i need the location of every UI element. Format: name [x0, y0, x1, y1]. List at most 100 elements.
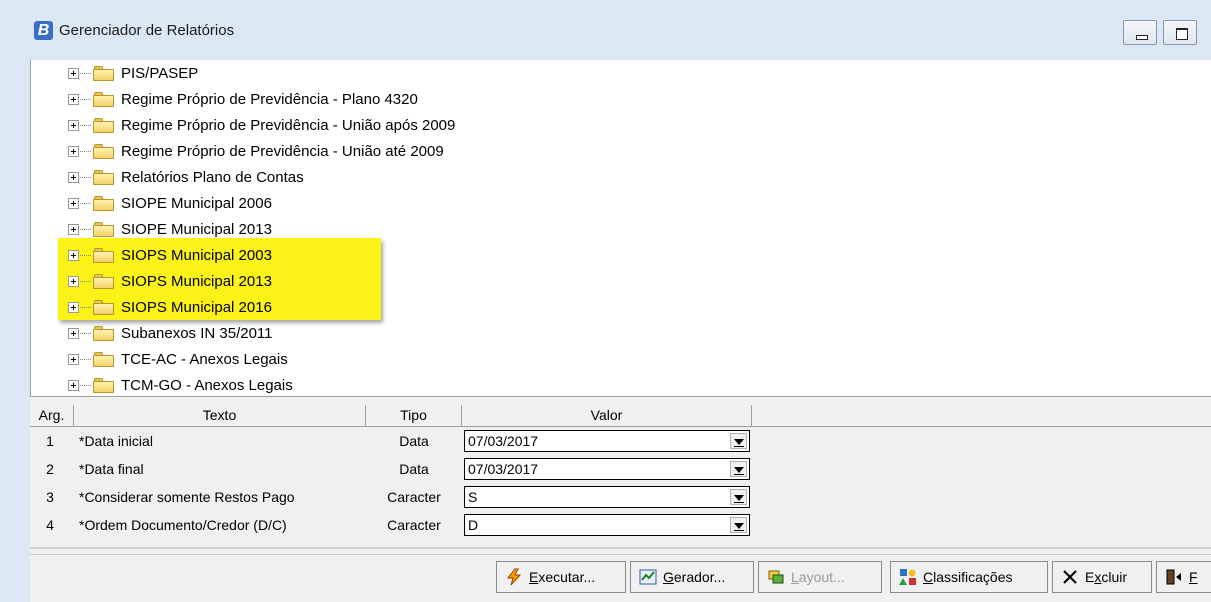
grid-divider: [30, 547, 1211, 549]
classificacoes-button[interactable]: Classificações: [890, 561, 1048, 593]
gerador-button[interactable]: Gerador...: [630, 561, 754, 593]
maximize-button[interactable]: [1163, 20, 1197, 45]
expand-icon[interactable]: [68, 327, 79, 339]
expand-icon[interactable]: [68, 379, 79, 391]
expand-icon[interactable]: [68, 223, 79, 235]
expand-icon[interactable]: [68, 301, 79, 313]
header-arg: Arg.: [30, 405, 74, 427]
expand-icon[interactable]: [68, 353, 79, 365]
tree-item[interactable]: TCE-AC - Anexos Legais: [68, 348, 288, 370]
valor-value: 07/03/2017: [468, 461, 539, 477]
arg-cell: 1: [46, 433, 54, 449]
folder-icon: [93, 143, 114, 159]
expand-icon[interactable]: [68, 67, 79, 79]
folder-icon: [93, 299, 114, 315]
expand-icon[interactable]: [68, 249, 79, 261]
valor-dropdown[interactable]: 07/03/2017: [464, 430, 750, 452]
tree-item[interactable]: SIOPS Municipal 2016: [68, 296, 272, 318]
excluir-button[interactable]: Ex cluir: [1052, 561, 1152, 593]
tree-item[interactable]: Subanexos IN 35/2011: [68, 322, 273, 344]
lightning-icon: [505, 568, 523, 586]
tree-connector: [80, 150, 91, 152]
tree-item-label: TCE-AC - Anexos Legais: [121, 350, 288, 368]
dropdown-arrow-icon[interactable]: [730, 517, 747, 533]
tree-item[interactable]: SIOPE Municipal 2006: [68, 192, 272, 214]
valor-dropdown[interactable]: 07/03/2017: [464, 458, 750, 480]
tree-item-label: SIOPS Municipal 2013: [121, 272, 272, 290]
tree-item[interactable]: TCM-GO - Anexos Legais: [68, 374, 293, 396]
table-row[interactable]: 2 *Data final Data 07/03/2017: [30, 455, 1211, 483]
header-empty: [752, 405, 1211, 427]
tree-item-label: PIS/PASEP: [121, 64, 199, 82]
expand-icon[interactable]: [68, 93, 79, 105]
tree-item[interactable]: SIOPE Municipal 2013: [68, 218, 272, 240]
executar-label: xecutar...: [538, 569, 596, 585]
texto-cell: *Data inicial: [79, 433, 153, 449]
tree-connector: [80, 98, 91, 100]
tipo-cell: Data: [399, 433, 429, 449]
tree-item[interactable]: SIOPS Municipal 2003: [68, 244, 272, 266]
table-row[interactable]: 3 *Considerar somente Restos Pago Caracter…: [30, 483, 1211, 511]
expand-icon[interactable]: [68, 145, 79, 157]
sair-button[interactable]: F: [1156, 561, 1211, 593]
sair-hotkey: F: [1189, 569, 1198, 585]
valor-value: D: [468, 517, 479, 533]
tree-item-label: Regime Próprio de Previdência - Plano 43…: [121, 90, 418, 108]
folder-icon: [93, 117, 114, 133]
tree-connector: [80, 358, 91, 360]
window-frame-left: [0, 60, 30, 602]
expand-icon[interactable]: [68, 119, 79, 131]
header-texto: Texto: [74, 405, 366, 427]
tree-connector: [80, 332, 91, 334]
dropdown-arrow-icon[interactable]: [730, 461, 747, 477]
classification-icon: [899, 568, 917, 586]
dropdown-arrow-icon[interactable]: [730, 433, 747, 449]
tree-item-label: Subanexos IN 35/2011: [121, 324, 273, 342]
dropdown-arrow-icon[interactable]: [730, 489, 747, 505]
texto-cell: *Considerar somente Restos Pago: [79, 489, 295, 505]
folder-icon: [93, 273, 114, 289]
title-bar: B Gerenciador de Relatórios: [0, 0, 1211, 60]
header-tipo: Tipo: [366, 405, 462, 427]
tree-item-label: SIOPS Municipal 2003: [121, 246, 272, 264]
tree-item[interactable]: Regime Próprio de Previdência - União ap…: [68, 114, 455, 136]
excluir-pre: E: [1085, 569, 1095, 585]
report-generator-icon: [639, 568, 657, 586]
tree-item[interactable]: SIOPS Municipal 2013: [68, 270, 272, 292]
tree-item[interactable]: Relatórios Plano de Contas: [68, 166, 304, 188]
tree-item[interactable]: PIS/PASEP: [68, 62, 198, 84]
arg-cell: 2: [46, 461, 54, 477]
expand-icon[interactable]: [68, 197, 79, 209]
minimize-button[interactable]: [1123, 20, 1157, 45]
app-icon: B: [34, 21, 53, 40]
tree-connector: [80, 124, 91, 126]
header-valor: Valor: [462, 405, 752, 427]
tree-item-label: TCM-GO - Anexos Legais: [121, 376, 293, 394]
arg-cell: 4: [46, 517, 54, 533]
classificacoes-label: lassificações: [933, 569, 1013, 585]
expand-icon[interactable]: [68, 275, 79, 287]
excluir-label: cluir: [1101, 569, 1128, 585]
expand-icon[interactable]: [68, 171, 79, 183]
tree-item-label: SIOPE Municipal 2006: [121, 194, 272, 212]
folder-icon: [93, 377, 114, 393]
gerador-label: erador...: [673, 569, 726, 585]
layout-label: ayout...: [798, 569, 845, 585]
grid-header: Arg. Texto Tipo Valor: [30, 405, 1211, 427]
valor-dropdown[interactable]: D: [464, 514, 750, 536]
layout-button[interactable]: Layout...: [758, 561, 882, 593]
valor-value: 07/03/2017: [468, 433, 539, 449]
layout-hotkey: L: [791, 569, 799, 585]
tree-item[interactable]: Regime Próprio de Previdência - Plano 43…: [68, 88, 418, 110]
valor-value: S: [468, 489, 478, 505]
table-row[interactable]: 4 *Ordem Documento/Credor (D/C) Caracter D: [30, 511, 1211, 539]
table-row[interactable]: 1 *Data inicial Data 07/03/2017: [30, 427, 1211, 455]
exit-door-icon: [1165, 568, 1183, 586]
tree-connector: [80, 280, 91, 282]
texto-cell: *Ordem Documento/Credor (D/C): [79, 517, 287, 533]
gerador-hotkey: G: [663, 569, 674, 585]
executar-button[interactable]: Executar...: [496, 561, 626, 593]
tree-item-label: Relatórios Plano de Contas: [121, 168, 304, 186]
tree-item[interactable]: Regime Próprio de Previdência - União at…: [68, 140, 444, 162]
valor-dropdown[interactable]: S: [464, 486, 750, 508]
